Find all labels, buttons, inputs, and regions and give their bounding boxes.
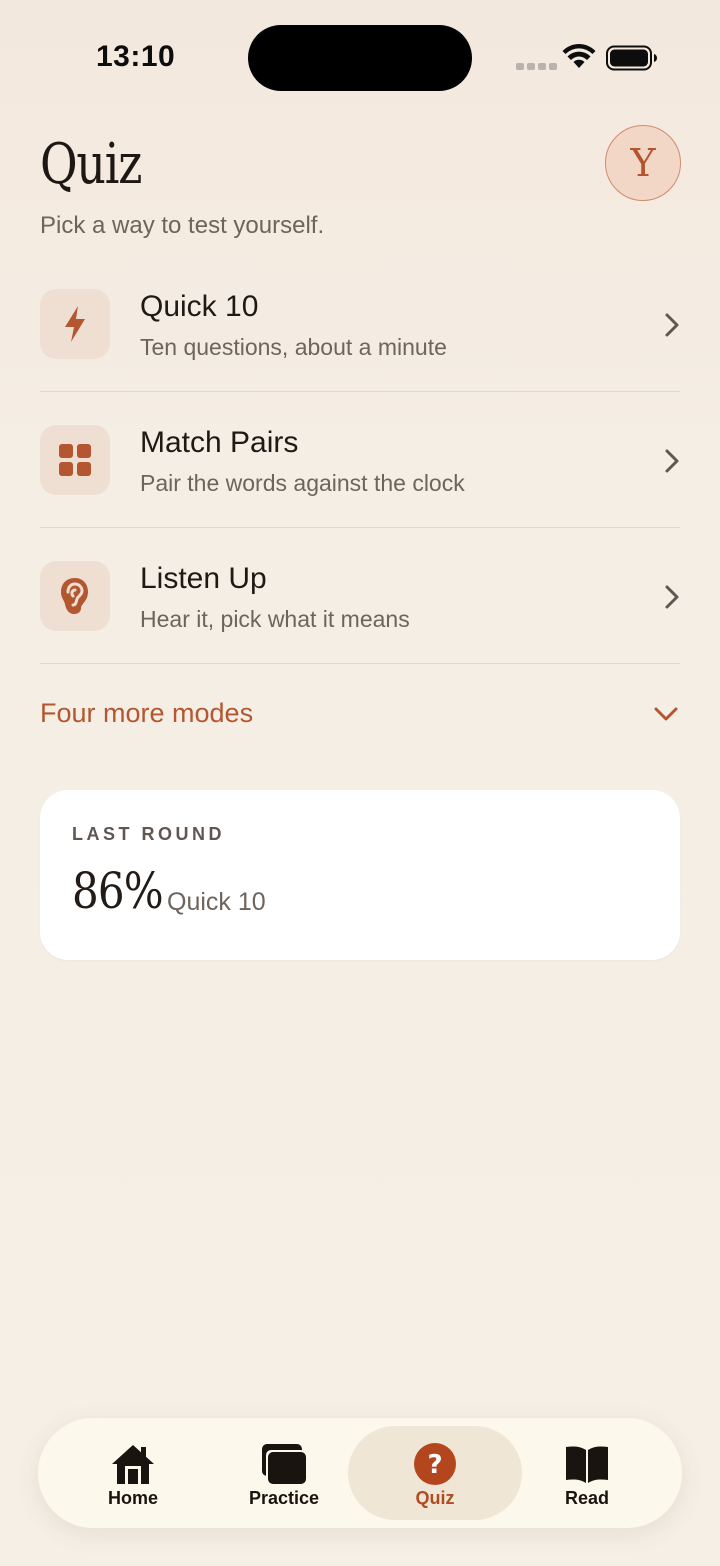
mode-title: Listen Up (140, 562, 267, 595)
tab-read[interactable]: Read (512, 1426, 662, 1520)
cards-icon (262, 1444, 306, 1484)
chevron-right-icon (665, 449, 679, 473)
tab-bar: Home Practice ? Quiz Read (38, 1418, 682, 1528)
quiz-mode-list: Quick 10 Ten questions, about a minute M… (40, 256, 680, 664)
mode-icon-tile (40, 425, 110, 495)
battery-icon (606, 45, 657, 71)
chevron-down-icon (654, 707, 678, 721)
page-subtitle: Pick a way to test yourself. (40, 212, 325, 239)
wifi-icon (562, 44, 596, 68)
mode-title: Match Pairs (140, 426, 299, 459)
tab-quiz[interactable]: ? Quiz (348, 1426, 522, 1520)
mode-icon-tile (40, 289, 110, 359)
page-title: Quiz (40, 132, 142, 197)
avatar[interactable]: Y (605, 125, 681, 201)
mode-row-match-pairs[interactable]: Match Pairs Pair the words against the c… (40, 392, 680, 528)
status-bar: 13:10 (0, 0, 720, 116)
book-icon (566, 1446, 608, 1483)
tab-label: Quiz (415, 1488, 455, 1508)
house-icon (112, 1445, 154, 1484)
last-round-score: 86% (72, 862, 164, 920)
lightning-icon (65, 306, 85, 342)
mode-description: Hear it, pick what it means (140, 606, 410, 632)
mode-row-quick-10[interactable]: Quick 10 Ten questions, about a minute (40, 256, 680, 392)
tab-label: Practice (248, 1488, 320, 1508)
tab-label: Home (107, 1488, 158, 1508)
mode-icon-tile (40, 561, 110, 631)
cellular-signal-icon (516, 63, 557, 70)
question-icon: ? (414, 1443, 456, 1485)
last-round-mode: Quick 10 (167, 888, 266, 916)
svg-text:?: ? (427, 1450, 442, 1480)
more-modes-label: Four more modes (40, 698, 254, 728)
tab-label: Read (564, 1488, 609, 1508)
last-round-card[interactable]: LAST ROUND 86% Quick 10 (40, 790, 680, 960)
mode-row-listen-up[interactable]: Listen Up Hear it, pick what it means (40, 528, 680, 664)
tab-practice[interactable]: Practice (209, 1426, 359, 1520)
dynamic-island (248, 25, 472, 91)
status-time: 13:10 (96, 40, 176, 73)
tab-home[interactable]: Home (58, 1426, 208, 1520)
grid-icon (59, 444, 91, 476)
card-label: LAST ROUND (72, 824, 225, 844)
avatar-initial: Y (630, 141, 656, 185)
mode-description: Pair the words against the clock (140, 470, 465, 496)
chevron-right-icon (665, 585, 679, 609)
mode-description: Ten questions, about a minute (140, 334, 447, 360)
more-modes-toggle[interactable]: Four more modes (40, 690, 680, 742)
mode-title: Quick 10 (140, 290, 259, 323)
chevron-right-icon (665, 313, 679, 337)
ear-icon (61, 578, 88, 614)
